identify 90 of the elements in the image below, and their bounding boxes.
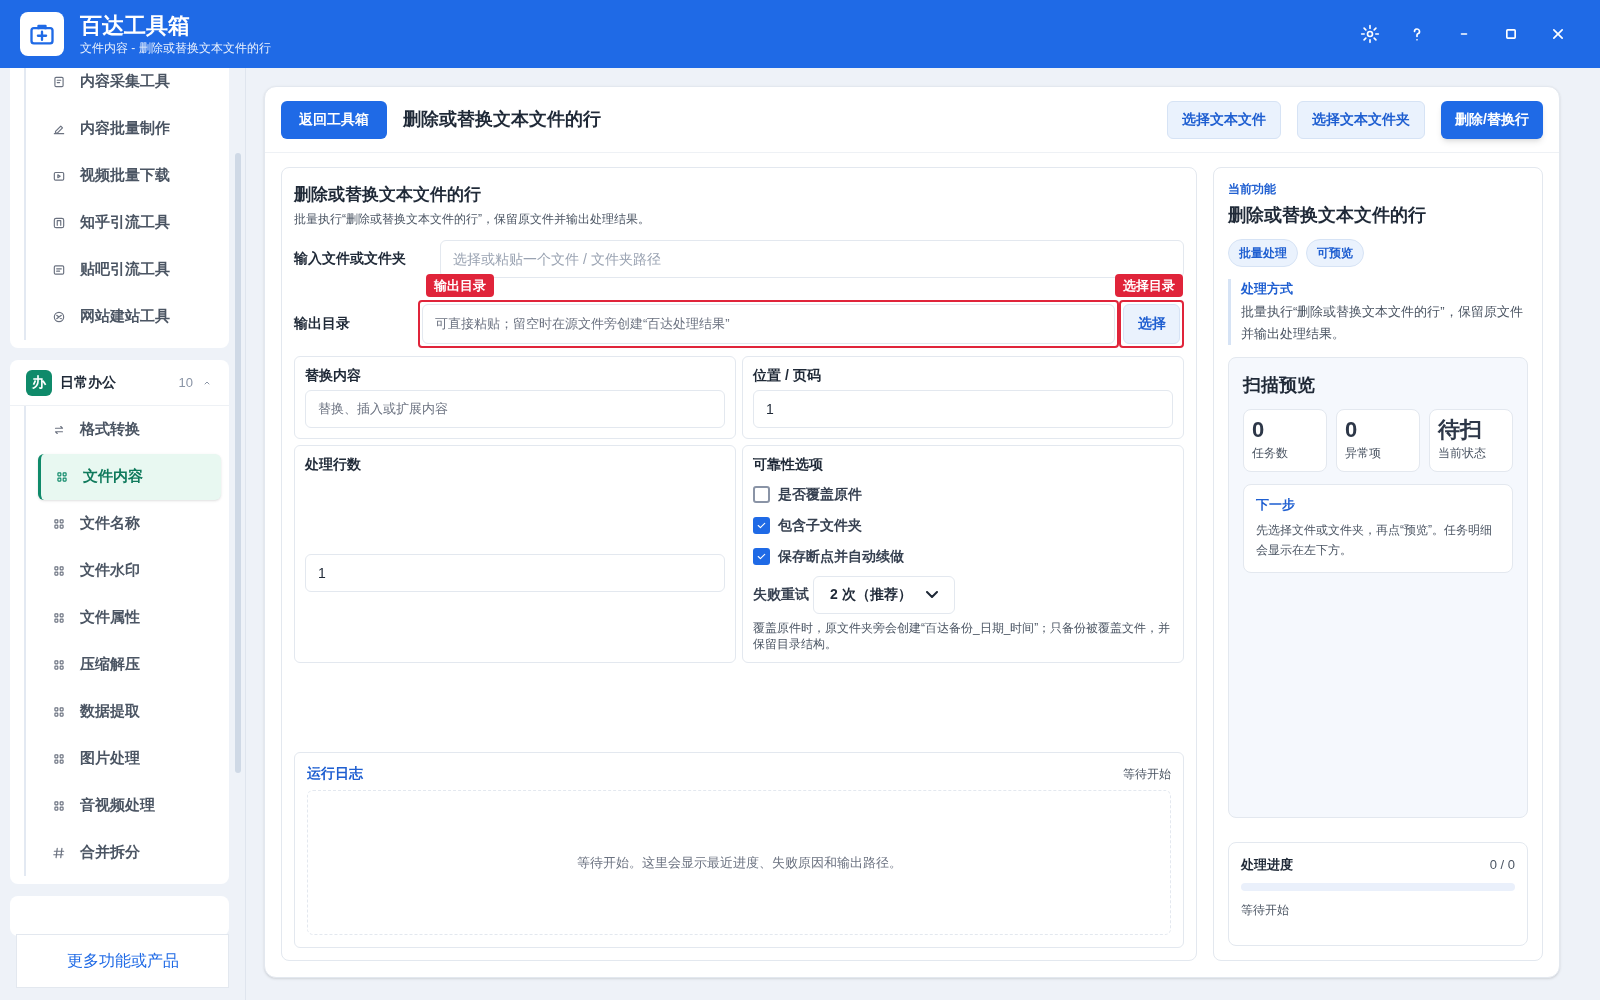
field-label: 可靠性选项 xyxy=(753,454,824,474)
log-empty-text: 等待开始。这里会显示最近进度、失败原因和输出路径。 xyxy=(576,853,902,872)
log-status: 等待开始 xyxy=(1123,765,1171,783)
sidebar-item[interactable]: 文件名称 xyxy=(38,500,221,547)
stat-label: 任务数 xyxy=(1252,444,1289,462)
group-badge: 办 xyxy=(26,369,52,396)
sidebar-item[interactable]: 内容批量制作 xyxy=(38,105,221,152)
sidebar-item[interactable]: 格式转换 xyxy=(38,406,221,453)
option-label: 保存断点并自动续做 xyxy=(778,546,904,566)
tag: 批量处理 xyxy=(1228,239,1298,267)
progress-status: 等待开始 xyxy=(1241,901,1290,919)
settings-icon[interactable] xyxy=(1360,24,1380,44)
grid-icon xyxy=(52,563,66,578)
option-label: 是否覆盖原件 xyxy=(778,484,862,504)
sidebar-item[interactable]: 网站建站工具 xyxy=(38,293,221,340)
sidebar-item[interactable]: 贴吧引流工具 xyxy=(38,246,221,293)
item-icon xyxy=(52,215,66,230)
sidebar-item[interactable]: 知乎引流工具 xyxy=(38,199,221,246)
sidebar-item[interactable]: 压缩解压 xyxy=(38,641,221,688)
retry-select[interactable]: 2 次（推荐） xyxy=(813,575,955,614)
tag: 可预览 xyxy=(1306,239,1364,267)
position-input[interactable]: 1 xyxy=(753,389,1173,428)
form-description: 批量执行“删除或替换文本文件的行”，保留原文件并输出处理结果。 xyxy=(294,210,651,228)
field-label: 位置 / 页码 xyxy=(753,365,822,385)
app-title: 百达工具箱 xyxy=(80,12,191,40)
checkbox[interactable] xyxy=(753,516,770,534)
field-label: 替换内容 xyxy=(305,365,362,385)
field-label: 处理行数 xyxy=(305,454,362,474)
stat-value: 待扫 xyxy=(1438,415,1483,444)
grid-icon xyxy=(52,610,66,625)
scan-title: 扫描预览 xyxy=(1243,373,1316,397)
checkbox[interactable] xyxy=(753,485,770,503)
annotation-label: 输出目录 xyxy=(426,273,494,297)
sidebar-item[interactable]: 文件属性 xyxy=(38,594,221,641)
output-dir-input[interactable]: 可直接粘贴；留空时在源文件旁创建“百达处理结果” xyxy=(422,303,1115,344)
sidebar-item[interactable]: 音视频处理 xyxy=(38,782,221,829)
option-note: 覆盖原件时，原文件夹旁会创建“百达备份_日期_时间”；只备份被覆盖文件，并保留目录结构。 xyxy=(753,619,1172,652)
app-subtitle: 文件内容 - 删除或替换文本文件的行 xyxy=(80,40,271,56)
hash-icon xyxy=(52,845,66,860)
grid-icon xyxy=(52,657,66,672)
sidebar-item[interactable]: 文件内容 xyxy=(38,453,221,500)
back-button[interactable]: 返回工具箱 xyxy=(281,100,387,139)
option-label: 包含子文件夹 xyxy=(778,515,862,535)
sidebar-item[interactable]: 视频批量下载 xyxy=(38,152,221,199)
grid-icon xyxy=(52,798,66,813)
grid-icon xyxy=(52,704,66,719)
group-count: 10 xyxy=(178,373,193,392)
toolbar-button[interactable]: 选择文本文件 xyxy=(1167,100,1282,139)
scrollbar-thumb[interactable] xyxy=(235,153,241,773)
grid-icon xyxy=(52,516,66,531)
field-label: 输入文件或文件夹 xyxy=(294,249,407,268)
stat-label: 当前状态 xyxy=(1438,444,1487,462)
item-icon xyxy=(52,262,66,277)
annotation-label: 选择目录 xyxy=(1115,273,1183,297)
progress-count: 0 / 0 xyxy=(1489,856,1515,874)
next-step-text: 先选择文件或文件夹，再点“预览”。任务明细会显示在左下方。 xyxy=(1256,522,1493,559)
method-title: 处理方式 xyxy=(1241,280,1294,298)
grid-icon xyxy=(52,751,66,766)
sidebar-item[interactable]: 图片处理 xyxy=(38,735,221,782)
line-count-input[interactable]: 1 xyxy=(305,553,725,592)
chevron-down-icon xyxy=(925,591,938,598)
choose-button[interactable]: 选择 xyxy=(1123,303,1180,344)
field-label: 输出目录 xyxy=(294,314,351,333)
stat-label: 异常项 xyxy=(1345,444,1382,462)
group-header[interactable]: 办 日常办公 10 xyxy=(10,360,229,406)
item-icon xyxy=(52,309,66,324)
sidebar-item[interactable]: 合并拆分 xyxy=(38,829,221,876)
stat-value: 0 xyxy=(1252,415,1266,444)
field-label: 失败重试 xyxy=(753,585,809,604)
grid-icon xyxy=(55,469,69,484)
checkbox[interactable] xyxy=(753,547,770,565)
next-step-title: 下一步 xyxy=(1256,495,1296,514)
log-title: 运行日志 xyxy=(307,764,363,783)
page-title: 删除或替换文本文件的行 xyxy=(403,108,602,131)
more-products-link[interactable]: 更多功能或产品 xyxy=(16,934,229,988)
replace-input[interactable]: 替换、插入或扩展内容 xyxy=(305,389,725,428)
toolbar-button[interactable]: 选择文本文件夹 xyxy=(1297,100,1426,139)
toolbar-button[interactable]: 删除/替换行 xyxy=(1441,100,1543,139)
info-label: 当前功能 xyxy=(1228,181,1277,198)
form-title: 删除或替换文本文件的行 xyxy=(294,184,482,206)
info-title: 删除或替换文本文件的行 xyxy=(1228,204,1427,227)
sidebar-item[interactable]: 内容采集工具 xyxy=(38,68,221,105)
sidebar-item[interactable]: 文件水印 xyxy=(38,547,221,594)
method-text: 批量执行“删除或替换文本文件的行”，保留原文件并输出处理结果。 xyxy=(1241,302,1524,343)
item-icon xyxy=(52,74,66,89)
group-title: 日常办公 xyxy=(60,373,117,392)
path-input[interactable]: 选择或粘贴一个文件 / 文件夹路径 xyxy=(440,239,1184,278)
sidebar-item[interactable]: 数据提取 xyxy=(38,688,221,735)
progress-title: 处理进度 xyxy=(1241,856,1293,874)
stat-value: 0 xyxy=(1345,415,1359,444)
